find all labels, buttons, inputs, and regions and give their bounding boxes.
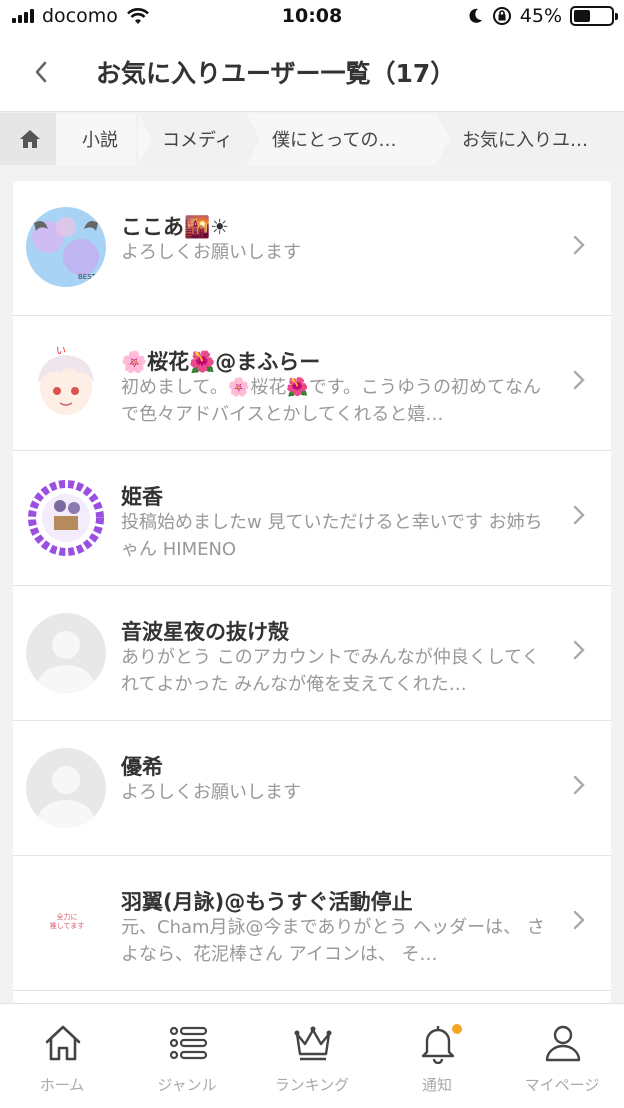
tab-home[interactable]: ホーム [0, 1004, 124, 1108]
page-header: お気に入りユーザー一覧（17） [0, 34, 624, 112]
breadcrumb-item-novel[interactable]: 小説 [56, 113, 152, 165]
tab-ranking[interactable]: ランキング [250, 1004, 374, 1108]
crown-icon [294, 1026, 332, 1061]
bottom-tab-bar: ホーム ジャンル ランキング 通知 マイページ [0, 1003, 624, 1108]
user-name: 羽翼(月詠)@もうすぐ活動停止 [121, 890, 413, 914]
chevron-right-icon [573, 505, 585, 525]
back-chevron-icon[interactable] [28, 58, 56, 86]
user-bio: よろしくお願いします [121, 782, 301, 803]
user-bio: 元、Cham月詠@今までありがとう ヘッダーは、 さよなら、花泥棒さん アイコン… [121, 917, 545, 965]
list-item[interactable]: い 🌸桜花🌺@まふらー 初めまして。🌸桜花🌺です。こうゆうの初めてなんで色々アド… [13, 316, 611, 451]
chevron-right-icon [573, 910, 585, 930]
user-name: 優希 [121, 755, 163, 779]
user-name: ここあ🌇☀ [121, 215, 229, 239]
notification-badge [452, 1024, 462, 1034]
avatar: い [26, 343, 106, 423]
breadcrumb-item-work[interactable]: 僕にとっての… [246, 113, 450, 165]
avatar [26, 748, 106, 828]
list-item[interactable]: 全力に 推してます 羽翼(月詠)@もうすぐ活動停止 元、Cham月詠@今まであり… [13, 856, 611, 991]
chevron-right-icon [573, 640, 585, 660]
user-name: 音波星夜の抜け殻 [121, 620, 289, 644]
page-title: お気に入りユーザー一覧（17） [96, 59, 456, 88]
breadcrumb-home[interactable] [0, 113, 60, 165]
avatar: 全力に 推してます [26, 883, 106, 963]
avatar-text: 全力に 推してます [49, 913, 85, 930]
user-name: 🌸桜花🌺@まふらー [121, 350, 321, 374]
favorite-users-list: BEST ここあ🌇☀ よろしくお願いします い 🌸桜花🌺@まふらー 初めまして。… [13, 181, 611, 1003]
breadcrumb-item-comedy[interactable]: コメディ [136, 113, 260, 165]
user-bio: 初めまして。🌸桜花🌺です。こうゆうの初めてなんで色々アドバイスとかしてくれると嬉… [121, 377, 541, 425]
rotation-lock-icon [492, 7, 511, 25]
battery-percent: 45% [519, 5, 562, 27]
tab-notifications[interactable]: 通知 [375, 1004, 499, 1108]
home-icon [20, 130, 40, 148]
user-bio: 投稿始めましたw 見ていただけると幸いです お姉ちゃん HIMENO [121, 512, 543, 560]
svg-text:い: い [56, 346, 66, 357]
list-item[interactable]: BEST ここあ🌇☀ よろしくお願いします [13, 181, 611, 316]
avatar: BEST [26, 207, 106, 287]
chevron-right-icon [573, 775, 585, 795]
list-icon [169, 1026, 208, 1060]
moon-icon [469, 8, 482, 23]
avatar [26, 478, 106, 558]
chevron-right-icon [573, 235, 585, 255]
person-icon [545, 1025, 581, 1062]
user-name: 姫香 [121, 485, 163, 509]
tab-mypage[interactable]: マイページ [500, 1004, 624, 1108]
chevron-right-icon [573, 370, 585, 390]
list-item[interactable]: 音波星夜の抜け殻 ありがとう このアカウントでみんなが仲良くしてくれてよかった … [13, 586, 611, 721]
avatar [26, 613, 106, 693]
status-bar: docomo 10:08 45% [0, 0, 624, 34]
list-item[interactable]: 優希 よろしくお願いします [13, 721, 611, 856]
breadcrumb-item-current: お気に入りユ… [436, 113, 624, 165]
battery-icon [570, 6, 618, 26]
tab-genre[interactable]: ジャンル [125, 1004, 249, 1108]
user-bio: ありがとう このアカウントでみんなが仲良くしてくれてよかった みんなが俺を支えて… [121, 647, 540, 695]
list-item[interactable]: 姫香 投稿始めましたw 見ていただけると幸いです お姉ちゃん HIMENO [13, 451, 611, 586]
home-icon [45, 1025, 81, 1061]
svg-text:BEST: BEST [78, 273, 97, 281]
user-bio: よろしくお願いします [121, 242, 301, 263]
breadcrumb: 小説 コメディ 僕にとっての… お気に入りユ… [0, 113, 624, 165]
